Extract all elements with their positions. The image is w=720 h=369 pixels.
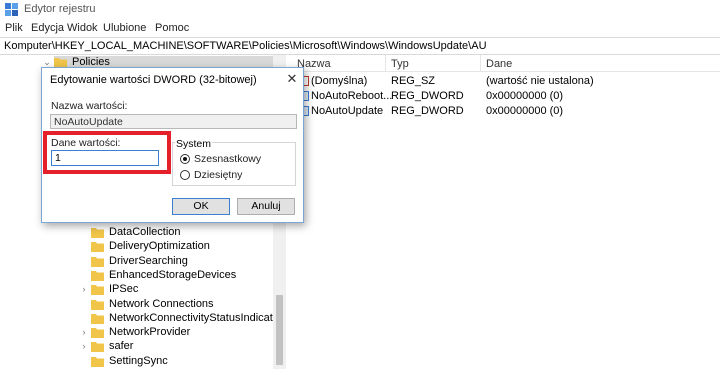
tree-item-label: DataCollection xyxy=(109,226,181,238)
close-icon[interactable]: ✕ xyxy=(285,71,299,87)
edit-dword-dialog: Edytowanie wartości DWORD (32-bitowej) ✕… xyxy=(41,67,304,223)
chevron-right-icon[interactable]: › xyxy=(79,341,89,351)
cell-data: 0x00000000 (0) xyxy=(486,105,564,117)
cancel-button[interactable]: Anuluj xyxy=(237,198,295,215)
radio-hexadecimal[interactable] xyxy=(180,154,190,164)
column-header-data[interactable]: Dane xyxy=(486,58,512,70)
dialog-title: Edytowanie wartości DWORD (32-bitowej) xyxy=(50,74,257,86)
folder-icon xyxy=(91,285,104,296)
value-name-field: NoAutoUpdate xyxy=(50,114,297,129)
folder-icon xyxy=(91,342,104,353)
tree-item-label: SettingSync xyxy=(109,354,168,367)
column-separator[interactable] xyxy=(385,55,386,72)
radio-hexadecimal-label[interactable]: Szesnastkowy xyxy=(194,153,261,165)
title-bar: Edytor rejestru xyxy=(0,0,720,20)
folder-icon xyxy=(91,270,104,281)
menu-item-help[interactable]: Pomoc xyxy=(155,22,189,34)
list-item[interactable]: (Domyślna) REG_SZ (wartość nie ustalona) xyxy=(287,74,720,89)
value-data-label: Dane wartości: xyxy=(51,137,121,149)
tree-item-label: NetworkProvider xyxy=(109,326,191,339)
cell-data: 0x00000000 (0) xyxy=(486,90,564,102)
chevron-right-icon[interactable]: › xyxy=(79,284,89,294)
value-name-label: Nazwa wartości: xyxy=(51,100,128,112)
tree-item-label: Network Connections xyxy=(109,297,214,310)
menu-item-file[interactable]: Plik xyxy=(5,22,23,34)
folder-icon xyxy=(91,242,104,253)
folder-icon xyxy=(91,356,104,367)
tree-item-label: DriverSearching xyxy=(109,254,188,267)
value-data-input[interactable]: 1 xyxy=(51,150,159,166)
cell-data: (wartość nie ustalona) xyxy=(486,75,594,87)
cell-type: REG_DWORD xyxy=(391,90,464,102)
folder-icon xyxy=(91,328,104,339)
address-bar[interactable]: Komputer\HKEY_LOCAL_MACHINE\SOFTWARE\Pol… xyxy=(0,37,720,55)
menu-item-edit[interactable]: Edycja xyxy=(31,22,64,34)
radio-decimal[interactable] xyxy=(180,170,190,180)
scrollbar-thumb[interactable] xyxy=(276,295,283,365)
cell-type: REG_DWORD xyxy=(391,105,464,117)
chevron-right-icon[interactable]: › xyxy=(79,327,89,337)
tree-item-label: DeliveryOptimization xyxy=(109,240,210,253)
tree-item-label: EnhancedStorageDevices xyxy=(109,268,237,281)
column-header-type[interactable]: Typ xyxy=(391,58,409,70)
radio-decimal-label[interactable]: Dziesiętny xyxy=(194,169,242,181)
chevron-down-icon[interactable]: ⌄ xyxy=(42,57,52,67)
tree-item-label: NetworkConnectivityStatusIndicator xyxy=(109,311,283,324)
values-list: Nazwa Typ Dane (Domyślna) REG_SZ (wartość … xyxy=(287,55,720,369)
menu-bar: Plik Edycja Widok Ulubione Pomoc xyxy=(0,20,720,37)
list-item[interactable]: NoAutoUpdate REG_DWORD 0x00000000 (0) xyxy=(287,104,720,119)
menu-item-favorites[interactable]: Ulubione xyxy=(103,22,146,34)
cell-name: NoAutoReboot... xyxy=(311,90,393,102)
list-item[interactable]: NoAutoReboot... REG_DWORD 0x00000000 (0) xyxy=(287,89,720,104)
ok-button[interactable]: OK xyxy=(172,198,230,215)
menu-item-view[interactable]: Widok xyxy=(67,22,98,34)
address-path[interactable]: Komputer\HKEY_LOCAL_MACHINE\SOFTWARE\Pol… xyxy=(4,40,487,52)
list-header: Nazwa Typ Dane xyxy=(287,55,720,72)
base-group-title: System xyxy=(175,138,213,150)
tree-item-label: safer xyxy=(109,340,134,353)
tree-item-label: IPSec xyxy=(109,283,139,296)
folder-icon xyxy=(91,299,104,310)
folder-icon xyxy=(91,313,104,324)
registry-editor-icon xyxy=(5,3,18,16)
cell-type: REG_SZ xyxy=(391,75,436,87)
cell-name: NoAutoUpdate xyxy=(311,105,384,117)
folder-icon xyxy=(91,228,104,238)
window-title: Edytor rejestru xyxy=(24,3,96,15)
cell-name: (Domyślna) xyxy=(311,75,368,87)
column-separator[interactable] xyxy=(480,55,481,72)
folder-icon xyxy=(91,256,104,267)
